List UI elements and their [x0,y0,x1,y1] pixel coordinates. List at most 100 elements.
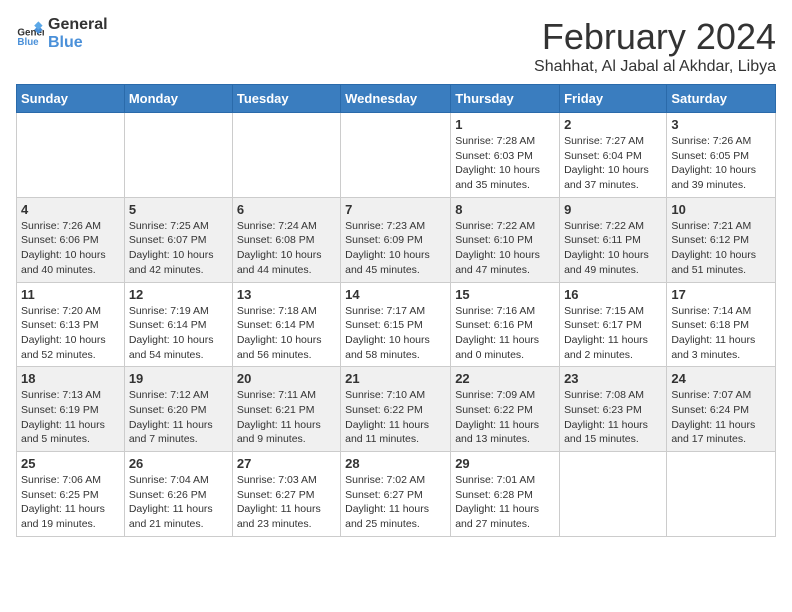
calendar-cell: 10 Sunrise: 7:21 AM Sunset: 6:12 PM Dayli… [667,197,776,282]
day-number: 27 [237,456,336,471]
header-friday: Friday [560,85,667,113]
day-info: Sunrise: 7:20 AM Sunset: 6:13 PM Dayligh… [21,304,120,363]
logo-icon: General Blue [16,20,44,48]
day-number: 19 [129,371,228,386]
day-number: 21 [345,371,446,386]
svg-text:Blue: Blue [17,37,39,48]
day-number: 11 [21,287,120,302]
day-info: Sunrise: 7:08 AM Sunset: 6:23 PM Dayligh… [564,388,662,447]
calendar-cell: 12Sunrise: 7:19 AM Sunset: 6:14 PM Dayli… [124,282,232,367]
week-row-1: 4Sunrise: 7:26 AM Sunset: 6:06 PM Daylig… [17,197,776,282]
day-number: 2 [564,117,662,132]
calendar-cell: 13 Sunrise: 7:18 AM Sunset: 6:14 PM Dayli… [232,282,340,367]
header-tuesday: Tuesday [232,85,340,113]
calendar-cell: 21 Sunrise: 7:10 AM Sunset: 6:22 PM Dayli… [341,367,451,452]
day-number: 29 [455,456,555,471]
day-number: 24 [671,371,771,386]
day-info: Sunrise: 7:03 AM Sunset: 6:27 PM Dayligh… [237,473,336,532]
day-info: Sunrise: 7:27 AM Sunset: 6:04 PM Dayligh… [564,134,662,193]
day-number: 3 [671,117,771,132]
calendar-cell: 15 Sunrise: 7:16 AM Sunset: 6:16 PM Dayli… [451,282,560,367]
day-info: Sunrise: 7:22 AM Sunset: 6:11 PM Dayligh… [564,219,662,278]
day-info: Sunrise: 7:11 AM Sunset: 6:21 PM Dayligh… [237,388,336,447]
day-info: Sunrise: 7:17 AM Sunset: 6:15 PM Dayligh… [345,304,446,363]
day-number: 13 [237,287,336,302]
calendar-cell: 18 Sunrise: 7:13 AM Sunset: 6:19 PM Dayli… [17,367,125,452]
header-saturday: Saturday [667,85,776,113]
day-number: 12 [129,287,228,302]
day-number: 28 [345,456,446,471]
calendar-cell: 14 Sunrise: 7:17 AM Sunset: 6:15 PM Dayli… [341,282,451,367]
day-info: Sunrise: 7:07 AM Sunset: 6:24 PM Dayligh… [671,388,771,447]
calendar-cell: 26Sunrise: 7:04 AM Sunset: 6:26 PM Dayli… [124,452,232,537]
day-info: Sunrise: 7:26 AM Sunset: 6:05 PM Dayligh… [671,134,771,193]
day-number: 26 [129,456,228,471]
day-info: Sunrise: 7:28 AM Sunset: 6:03 PM Dayligh… [455,134,555,193]
day-info: Sunrise: 7:15 AM Sunset: 6:17 PM Dayligh… [564,304,662,363]
day-info: Sunrise: 7:16 AM Sunset: 6:16 PM Dayligh… [455,304,555,363]
calendar-cell: 28 Sunrise: 7:02 AM Sunset: 6:27 PM Dayli… [341,452,451,537]
day-number: 15 [455,287,555,302]
calendar-cell: 8Sunrise: 7:22 AM Sunset: 6:10 PM Daylig… [451,197,560,282]
day-number: 5 [129,202,228,217]
day-info: Sunrise: 7:01 AM Sunset: 6:28 PM Dayligh… [455,473,555,532]
calendar-cell: 5Sunrise: 7:25 AM Sunset: 6:07 PM Daylig… [124,197,232,282]
calendar-cell [17,113,125,198]
calendar-cell [232,113,340,198]
calendar-table: SundayMondayTuesdayWednesdayThursdayFrid… [16,84,776,537]
day-info: Sunrise: 7:14 AM Sunset: 6:18 PM Dayligh… [671,304,771,363]
day-info: Sunrise: 7:09 AM Sunset: 6:22 PM Dayligh… [455,388,555,447]
day-info: Sunrise: 7:24 AM Sunset: 6:08 PM Dayligh… [237,219,336,278]
day-number: 25 [21,456,120,471]
week-row-3: 18 Sunrise: 7:13 AM Sunset: 6:19 PM Dayli… [17,367,776,452]
calendar-cell: 22 Sunrise: 7:09 AM Sunset: 6:22 PM Dayli… [451,367,560,452]
header-row: SundayMondayTuesdayWednesdayThursdayFrid… [17,85,776,113]
day-number: 7 [345,202,446,217]
calendar-cell: 19Sunrise: 7:12 AM Sunset: 6:20 PM Dayli… [124,367,232,452]
location: Shahhat, Al Jabal al Akhdar, Libya [534,58,776,76]
day-number: 16 [564,287,662,302]
day-number: 23 [564,371,662,386]
calendar-cell: 20 Sunrise: 7:11 AM Sunset: 6:21 PM Dayli… [232,367,340,452]
header-monday: Monday [124,85,232,113]
calendar-cell: 6 Sunrise: 7:24 AM Sunset: 6:08 PM Daylig… [232,197,340,282]
week-row-0: 1 Sunrise: 7:28 AM Sunset: 6:03 PM Daylig… [17,113,776,198]
week-row-4: 25 Sunrise: 7:06 AM Sunset: 6:25 PM Dayli… [17,452,776,537]
header-wednesday: Wednesday [341,85,451,113]
day-number: 1 [455,117,555,132]
calendar-cell: 25 Sunrise: 7:06 AM Sunset: 6:25 PM Dayli… [17,452,125,537]
calendar-cell: 7 Sunrise: 7:23 AM Sunset: 6:09 PM Daylig… [341,197,451,282]
day-number: 18 [21,371,120,386]
calendar-cell: 4Sunrise: 7:26 AM Sunset: 6:06 PM Daylig… [17,197,125,282]
calendar-cell: 11 Sunrise: 7:20 AM Sunset: 6:13 PM Dayli… [17,282,125,367]
calendar-cell: 27 Sunrise: 7:03 AM Sunset: 6:27 PM Dayli… [232,452,340,537]
day-number: 22 [455,371,555,386]
day-number: 9 [564,202,662,217]
day-info: Sunrise: 7:21 AM Sunset: 6:12 PM Dayligh… [671,219,771,278]
calendar-cell [124,113,232,198]
day-info: Sunrise: 7:10 AM Sunset: 6:22 PM Dayligh… [345,388,446,447]
day-number: 14 [345,287,446,302]
day-info: Sunrise: 7:06 AM Sunset: 6:25 PM Dayligh… [21,473,120,532]
day-number: 10 [671,202,771,217]
week-row-2: 11 Sunrise: 7:20 AM Sunset: 6:13 PM Dayli… [17,282,776,367]
day-number: 8 [455,202,555,217]
calendar-cell: 29 Sunrise: 7:01 AM Sunset: 6:28 PM Dayli… [451,452,560,537]
day-info: Sunrise: 7:18 AM Sunset: 6:14 PM Dayligh… [237,304,336,363]
header-thursday: Thursday [451,85,560,113]
day-info: Sunrise: 7:02 AM Sunset: 6:27 PM Dayligh… [345,473,446,532]
day-number: 17 [671,287,771,302]
day-info: Sunrise: 7:13 AM Sunset: 6:19 PM Dayligh… [21,388,120,447]
logo-general: General [48,16,108,33]
title-area: February 2024 Shahhat, Al Jabal al Akhda… [534,16,776,76]
day-number: 20 [237,371,336,386]
day-number: 6 [237,202,336,217]
day-info: Sunrise: 7:23 AM Sunset: 6:09 PM Dayligh… [345,219,446,278]
calendar-cell: 1 Sunrise: 7:28 AM Sunset: 6:03 PM Daylig… [451,113,560,198]
calendar-cell: 24 Sunrise: 7:07 AM Sunset: 6:24 PM Dayli… [667,367,776,452]
logo-blue: Blue [48,34,83,51]
calendar-cell [667,452,776,537]
calendar-cell: 16 Sunrise: 7:15 AM Sunset: 6:17 PM Dayli… [560,282,667,367]
calendar-cell: 2 Sunrise: 7:27 AM Sunset: 6:04 PM Daylig… [560,113,667,198]
header: General Blue General Blue February 2024 … [16,16,776,76]
